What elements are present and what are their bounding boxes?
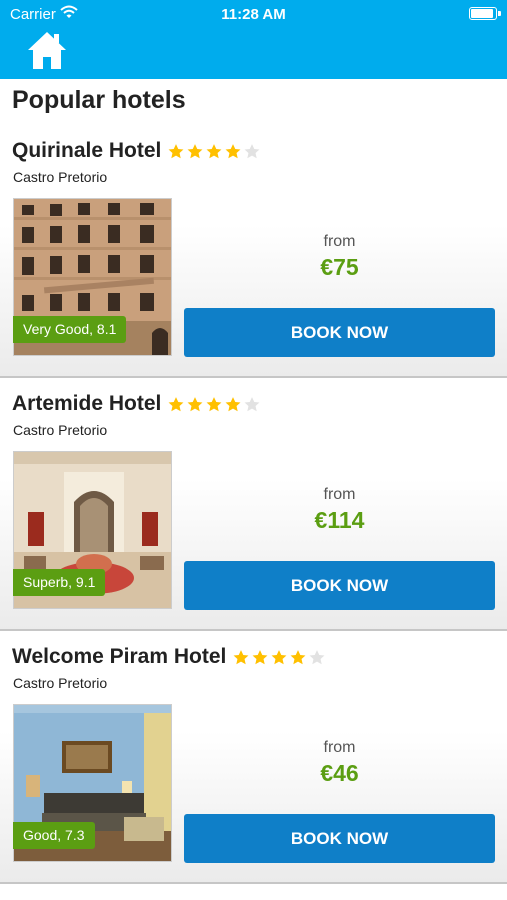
from-label: from	[323, 486, 356, 503]
hotel-district: Castro Pretorio	[13, 675, 108, 691]
from-label: from	[323, 233, 356, 250]
star-filled-icon	[225, 143, 241, 158]
review-score-badge: Very Good, 8.1	[13, 316, 127, 343]
book-now-button[interactable]: BOOK NOW	[184, 308, 495, 357]
star-empty-icon	[244, 396, 260, 411]
star-filled-icon	[290, 649, 306, 664]
hotel-name: Welcome Piram Hotel	[12, 645, 227, 668]
star-filled-icon	[187, 143, 203, 158]
hotel-district: Castro Pretorio	[13, 169, 108, 185]
star-filled-icon	[168, 396, 184, 411]
star-empty-icon	[309, 649, 325, 664]
hotel-district: Castro Pretorio	[13, 422, 108, 438]
hotel-name: Quirinale Hotel	[12, 139, 162, 162]
star-filled-icon	[168, 143, 184, 158]
star-filled-icon	[206, 143, 222, 158]
star-filled-icon	[252, 649, 268, 664]
book-now-button[interactable]: BOOK NOW	[184, 814, 495, 863]
hotel-card[interactable]: Quirinale Hotel Castro Pretorio Very Goo…	[0, 125, 507, 378]
star-filled-icon	[225, 396, 241, 411]
from-label: from	[323, 739, 356, 756]
page-title: Popular hotels	[12, 86, 186, 114]
star-filled-icon	[206, 396, 222, 411]
star-empty-icon	[244, 143, 260, 158]
home-icon[interactable]	[26, 29, 68, 71]
book-now-button[interactable]: BOOK NOW	[184, 561, 495, 610]
price: €114	[314, 507, 365, 533]
star-rating	[167, 396, 262, 413]
star-filled-icon	[233, 649, 249, 664]
star-rating	[167, 143, 262, 160]
status-bar: Carrier 11:28 AM	[0, 0, 507, 28]
hotel-name: Artemide Hotel	[12, 392, 162, 415]
star-filled-icon	[271, 649, 287, 664]
star-rating	[232, 649, 327, 666]
hotel-card[interactable]: Welcome Piram Hotel Castro Pretorio Good…	[0, 631, 507, 884]
hotel-card[interactable]: Artemide Hotel Castro Pretorio Superb, 9…	[0, 378, 507, 631]
clock: 11:28 AM	[221, 6, 286, 23]
review-score-badge: Superb, 9.1	[13, 569, 106, 596]
price: €46	[320, 760, 359, 786]
price: €75	[320, 254, 359, 280]
review-score-badge: Good, 7.3	[13, 822, 95, 849]
battery-icon	[469, 7, 501, 20]
star-filled-icon	[187, 396, 203, 411]
top-bar: Carrier 11:28 AM	[0, 0, 507, 79]
